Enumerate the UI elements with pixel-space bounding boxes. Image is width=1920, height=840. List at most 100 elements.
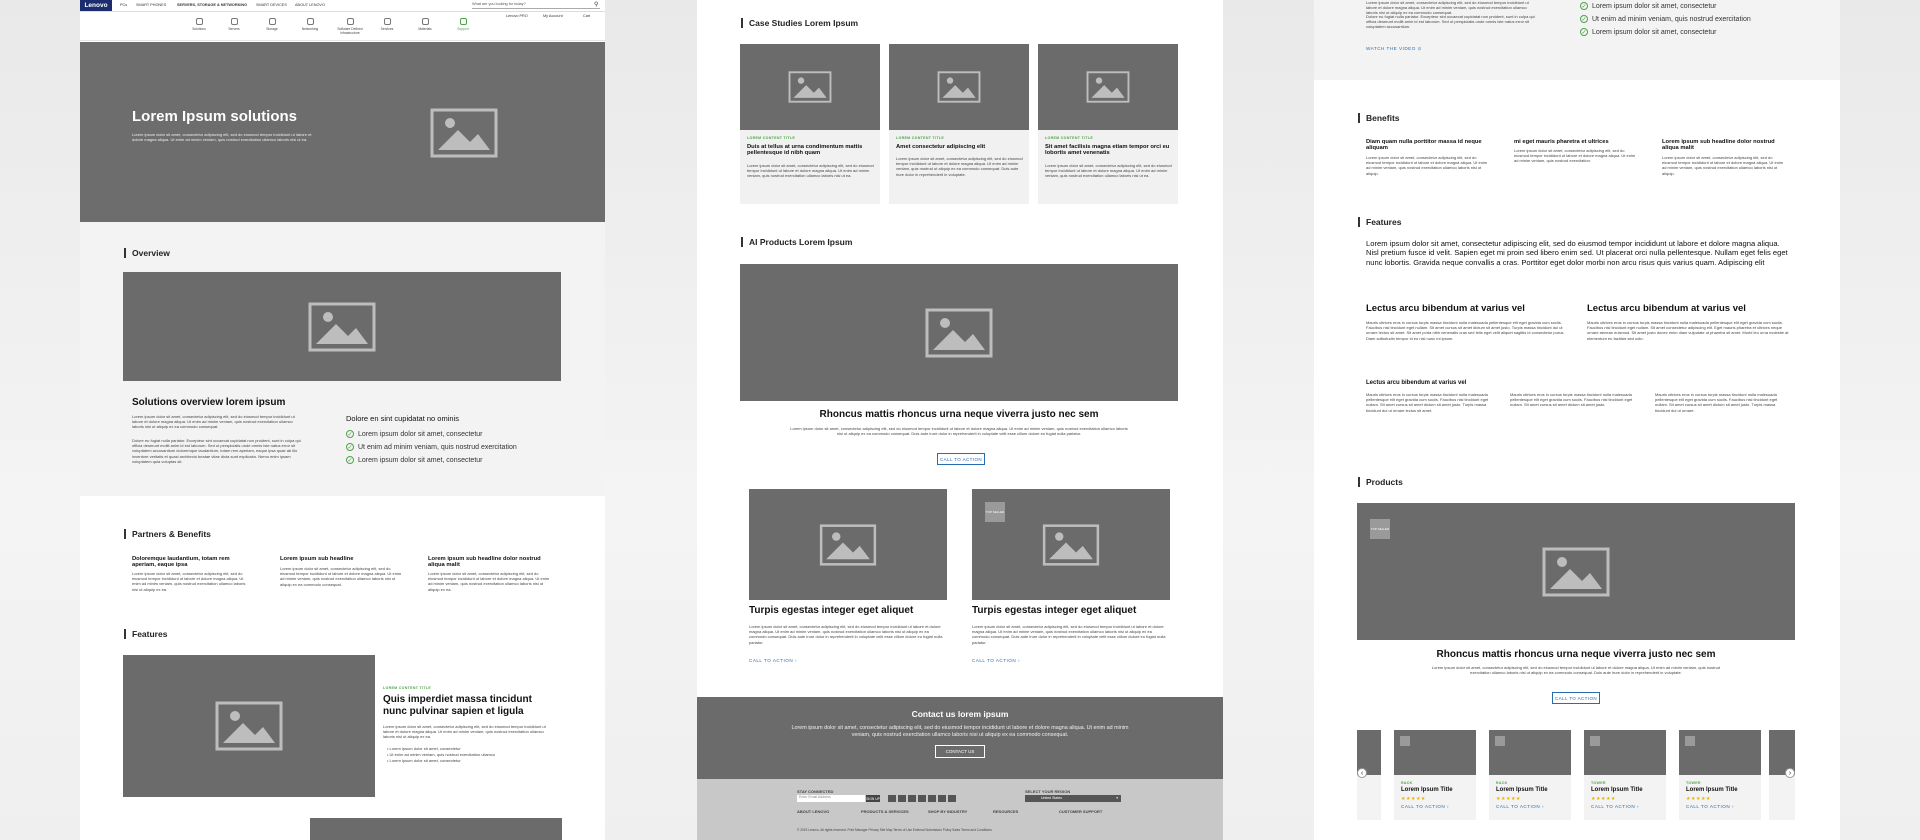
footer-link-support[interactable]: CUSTOMER SUPPORT [1059,809,1102,814]
benefit-body: Lorem ipsum dolor sit amet, consectetur … [1662,155,1784,176]
facebook-icon[interactable] [888,795,896,802]
call-to-action-button[interactable]: CALL TO ACTION [1552,692,1600,704]
case-study-card[interactable]: LOREM CONTENT TITLE Duis at tellus at ur… [740,44,880,204]
footer-link-resources[interactable]: RESOURCES [993,809,1018,814]
category-support[interactable]: Support [443,18,483,31]
chevron-left-icon[interactable]: ‹ [1357,768,1367,778]
category-services[interactable]: Services [367,18,407,31]
rating-stars-icon: ★★★★★ [1401,796,1426,802]
footer: STAY CONNECTED Enter Email Address SIGN … [697,779,1223,840]
footer-link-about[interactable]: ABOUT LENOVO [797,809,829,814]
features-body: Mauris ultrices eros in cursus turpis ma… [1510,392,1633,408]
tile-title: Turpis egestas integer eget aliquet [972,605,1137,616]
partner-col-body: Lorem ipsum dolor sit amet, consectetur … [428,571,550,592]
list-item: ✓ Lorem ipsum dolor sit amet, consectetur [1580,2,1717,10]
category-servers[interactable]: Servers [214,18,254,31]
contact-title: Contact us lorem ipsum [911,709,1009,719]
product-card[interactable]: TOWER Lorem Ipsum Title ★★★★★ CALL TO AC… [1679,730,1761,820]
list-item: ✓ Ut enim ad minim veniam, quis nostrud e… [1580,15,1751,23]
product-cta-link[interactable]: CALL TO ACTION › [1496,804,1544,809]
nav-smartphones[interactable]: SMART PHONES [136,3,166,7]
nav-servers[interactable]: SERVERS, STORAGE & NETWORKING [177,3,247,7]
product-cta-link[interactable]: CALL TO ACTION › [1686,804,1734,809]
youtube-icon[interactable] [928,795,936,802]
overview-image [123,272,561,381]
product-thumb-icon [1590,736,1600,746]
product-tag: TOWER [1686,781,1701,785]
tile-cta-link[interactable]: CALL TO ACTION › [749,658,797,663]
stay-connected-label: STAY CONNECTED [797,789,834,794]
hero-banner: Lorem Ipsum solutions Lorem ipsum dolor … [80,42,605,222]
product-cta-link[interactable]: CALL TO ACTION › [1591,804,1639,809]
features-body: Mauris ultrices eros in cursus turpis ma… [1366,320,1565,341]
card-body: Lorem ipsum dolor sit amet, consectetur … [747,163,874,179]
case-study-card[interactable]: LOREM CONTENT TITLE Sit amet facilisis m… [1038,44,1178,204]
solutions-icon [195,18,203,25]
play-icon: ⊙ [1417,46,1422,51]
product-tag: TOWER [1591,781,1606,785]
overview-body-2: Dolore eu fugiat nulla pariatur. Excepte… [132,438,301,464]
features-image-2 [310,818,562,840]
list-item: • Lorem ipsum dolor sit amet, consectetu… [387,746,461,751]
signup-button[interactable]: SIGN UP [866,795,880,802]
hero-title: Lorem Ipsum solutions [132,108,298,125]
email-input[interactable]: Enter Email Address [797,795,865,802]
list-item: ✓ Ut enim ad minim veniam, quis nostrud e… [346,443,517,451]
search-icon[interactable]: ⚲ [594,1,598,8]
card-image [1038,44,1178,130]
image-placeholder-icon [215,701,283,751]
product-card[interactable]: RACK Lorem Ipsum Title ★★★★★ CALL TO ACT… [1489,730,1571,820]
call-to-action-button[interactable]: CALL TO ACTION [937,453,985,465]
card-body: Lorem ipsum dolor sit amet, consectetur … [896,156,1023,177]
features-eyebrow: LOREM CONTENT TITLE [383,686,432,690]
features-lead: Lorem ipsum dolor sit amet, consectetur … [1366,239,1788,267]
ai-products-image [740,264,1178,401]
category-solutions[interactable]: Solutions [179,18,219,31]
category-networking[interactable]: Networking [290,18,330,31]
nav-about[interactable]: ABOUT LENOVO [295,3,325,7]
case-study-card[interactable]: LOREM CONTENT TITLE Amet consectetur adi… [889,44,1029,204]
tile-title: Turpis egestas integer eget aliquet [749,605,914,616]
partners-heading: Partners & Benefits [124,529,211,539]
rss-icon[interactable] [948,795,956,802]
benefit-body: Lorem ipsum dolor sit amet, consectetur … [1514,148,1636,164]
product-cta-link[interactable]: CALL TO ACTION › [1401,804,1449,809]
nav-smart-devices[interactable]: SMART DEVICES [256,3,287,7]
lenovo-logo[interactable]: Lenovo [80,0,112,11]
legal-links: © 2019 Lenovo. All rights reserved. Prin… [797,828,992,832]
twitter-icon[interactable] [898,795,906,802]
linkedin-icon[interactable] [918,795,926,802]
tile-body: Lorem ipsum dolor sit amet, consectetur … [972,624,1166,645]
category-sdi[interactable]: Software Defined Infrastructure [330,18,370,35]
benefit-body: Lorem ipsum dolor sit amet, consectetur … [1366,155,1488,176]
watch-video-link[interactable]: WATCH THE VIDEO ⊙ [1366,46,1422,52]
category-storage[interactable]: Storage [252,18,292,31]
tile-cta-link[interactable]: CALL TO ACTION › [972,658,1020,663]
category-materials[interactable]: Materials [405,18,445,31]
wireframe-board: Lenovo PCs SMART PHONES SERVERS, STORAGE… [0,0,1920,840]
region-select[interactable]: United States ▾ [1025,795,1121,802]
search-input[interactable]: What are you looking for today? [472,2,600,9]
nav-pcs[interactable]: PCs [120,3,127,7]
product-card[interactable]: TOWER Lorem Ipsum Title ★★★★★ CALL TO AC… [1584,730,1666,820]
pinterest-icon[interactable] [938,795,946,802]
chevron-right-icon[interactable]: › [1785,768,1795,778]
check-icon: ✓ [1580,28,1588,36]
hero-body: Lorem ipsum dolor sit amet, consectetur … [132,132,312,142]
list-item: • Ut enim ad minim veniam, quis nostrud … [387,752,496,757]
overview-title: Solutions overview lorem ipsum [132,397,286,408]
partner-col-body: Lorem ipsum dolor sit amet, consectetur … [132,571,246,592]
product-card[interactable]: RACK Lorem Ipsum Title ★★★★★ CALL TO ACT… [1394,730,1476,820]
image-placeholder-icon [308,302,376,351]
footer-link-products[interactable]: PRODUCTS & SERVICES [861,809,909,814]
region-label: SELECT YOUR REGION [1025,789,1071,794]
instagram-icon[interactable] [908,795,916,802]
contact-us-button[interactable]: CONTACT US [935,745,985,758]
benefit-title: Lorem ipsum sub headline dolor nostrud a… [1662,139,1775,151]
tile-body: Lorem ipsum dolor sit amet, consectetur … [749,624,943,645]
image-placeholder-icon [1042,523,1100,566]
footer-link-industry[interactable]: SHOP BY INDUSTRY [928,809,967,814]
image-placeholder-icon [937,71,981,103]
partner-col-title: Lorem ipsum sub headline [280,556,354,562]
image-placeholder-icon [788,71,832,103]
